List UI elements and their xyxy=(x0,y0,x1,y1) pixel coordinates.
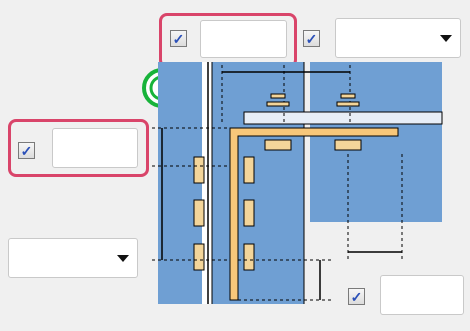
top-checkbox-2[interactable]: ✓ xyxy=(303,30,320,47)
left-checkbox[interactable]: ✓ xyxy=(18,142,35,159)
check-icon: ✓ xyxy=(20,142,33,159)
center-panel xyxy=(212,62,304,304)
top-dropdown[interactable] xyxy=(335,18,461,58)
check-icon: ✓ xyxy=(172,30,185,47)
right-panel xyxy=(310,62,442,222)
top-checkbox-1[interactable]: ✓ xyxy=(170,30,187,47)
top-value-input-1[interactable] xyxy=(200,20,287,58)
chevron-down-icon xyxy=(117,255,129,262)
left-dropdown[interactable] xyxy=(8,238,138,278)
chevron-down-icon xyxy=(440,35,452,42)
left-value-input[interactable] xyxy=(52,128,138,168)
check-icon: ✓ xyxy=(305,30,318,47)
structure-diagram xyxy=(152,62,443,304)
plate-strip xyxy=(243,111,443,125)
